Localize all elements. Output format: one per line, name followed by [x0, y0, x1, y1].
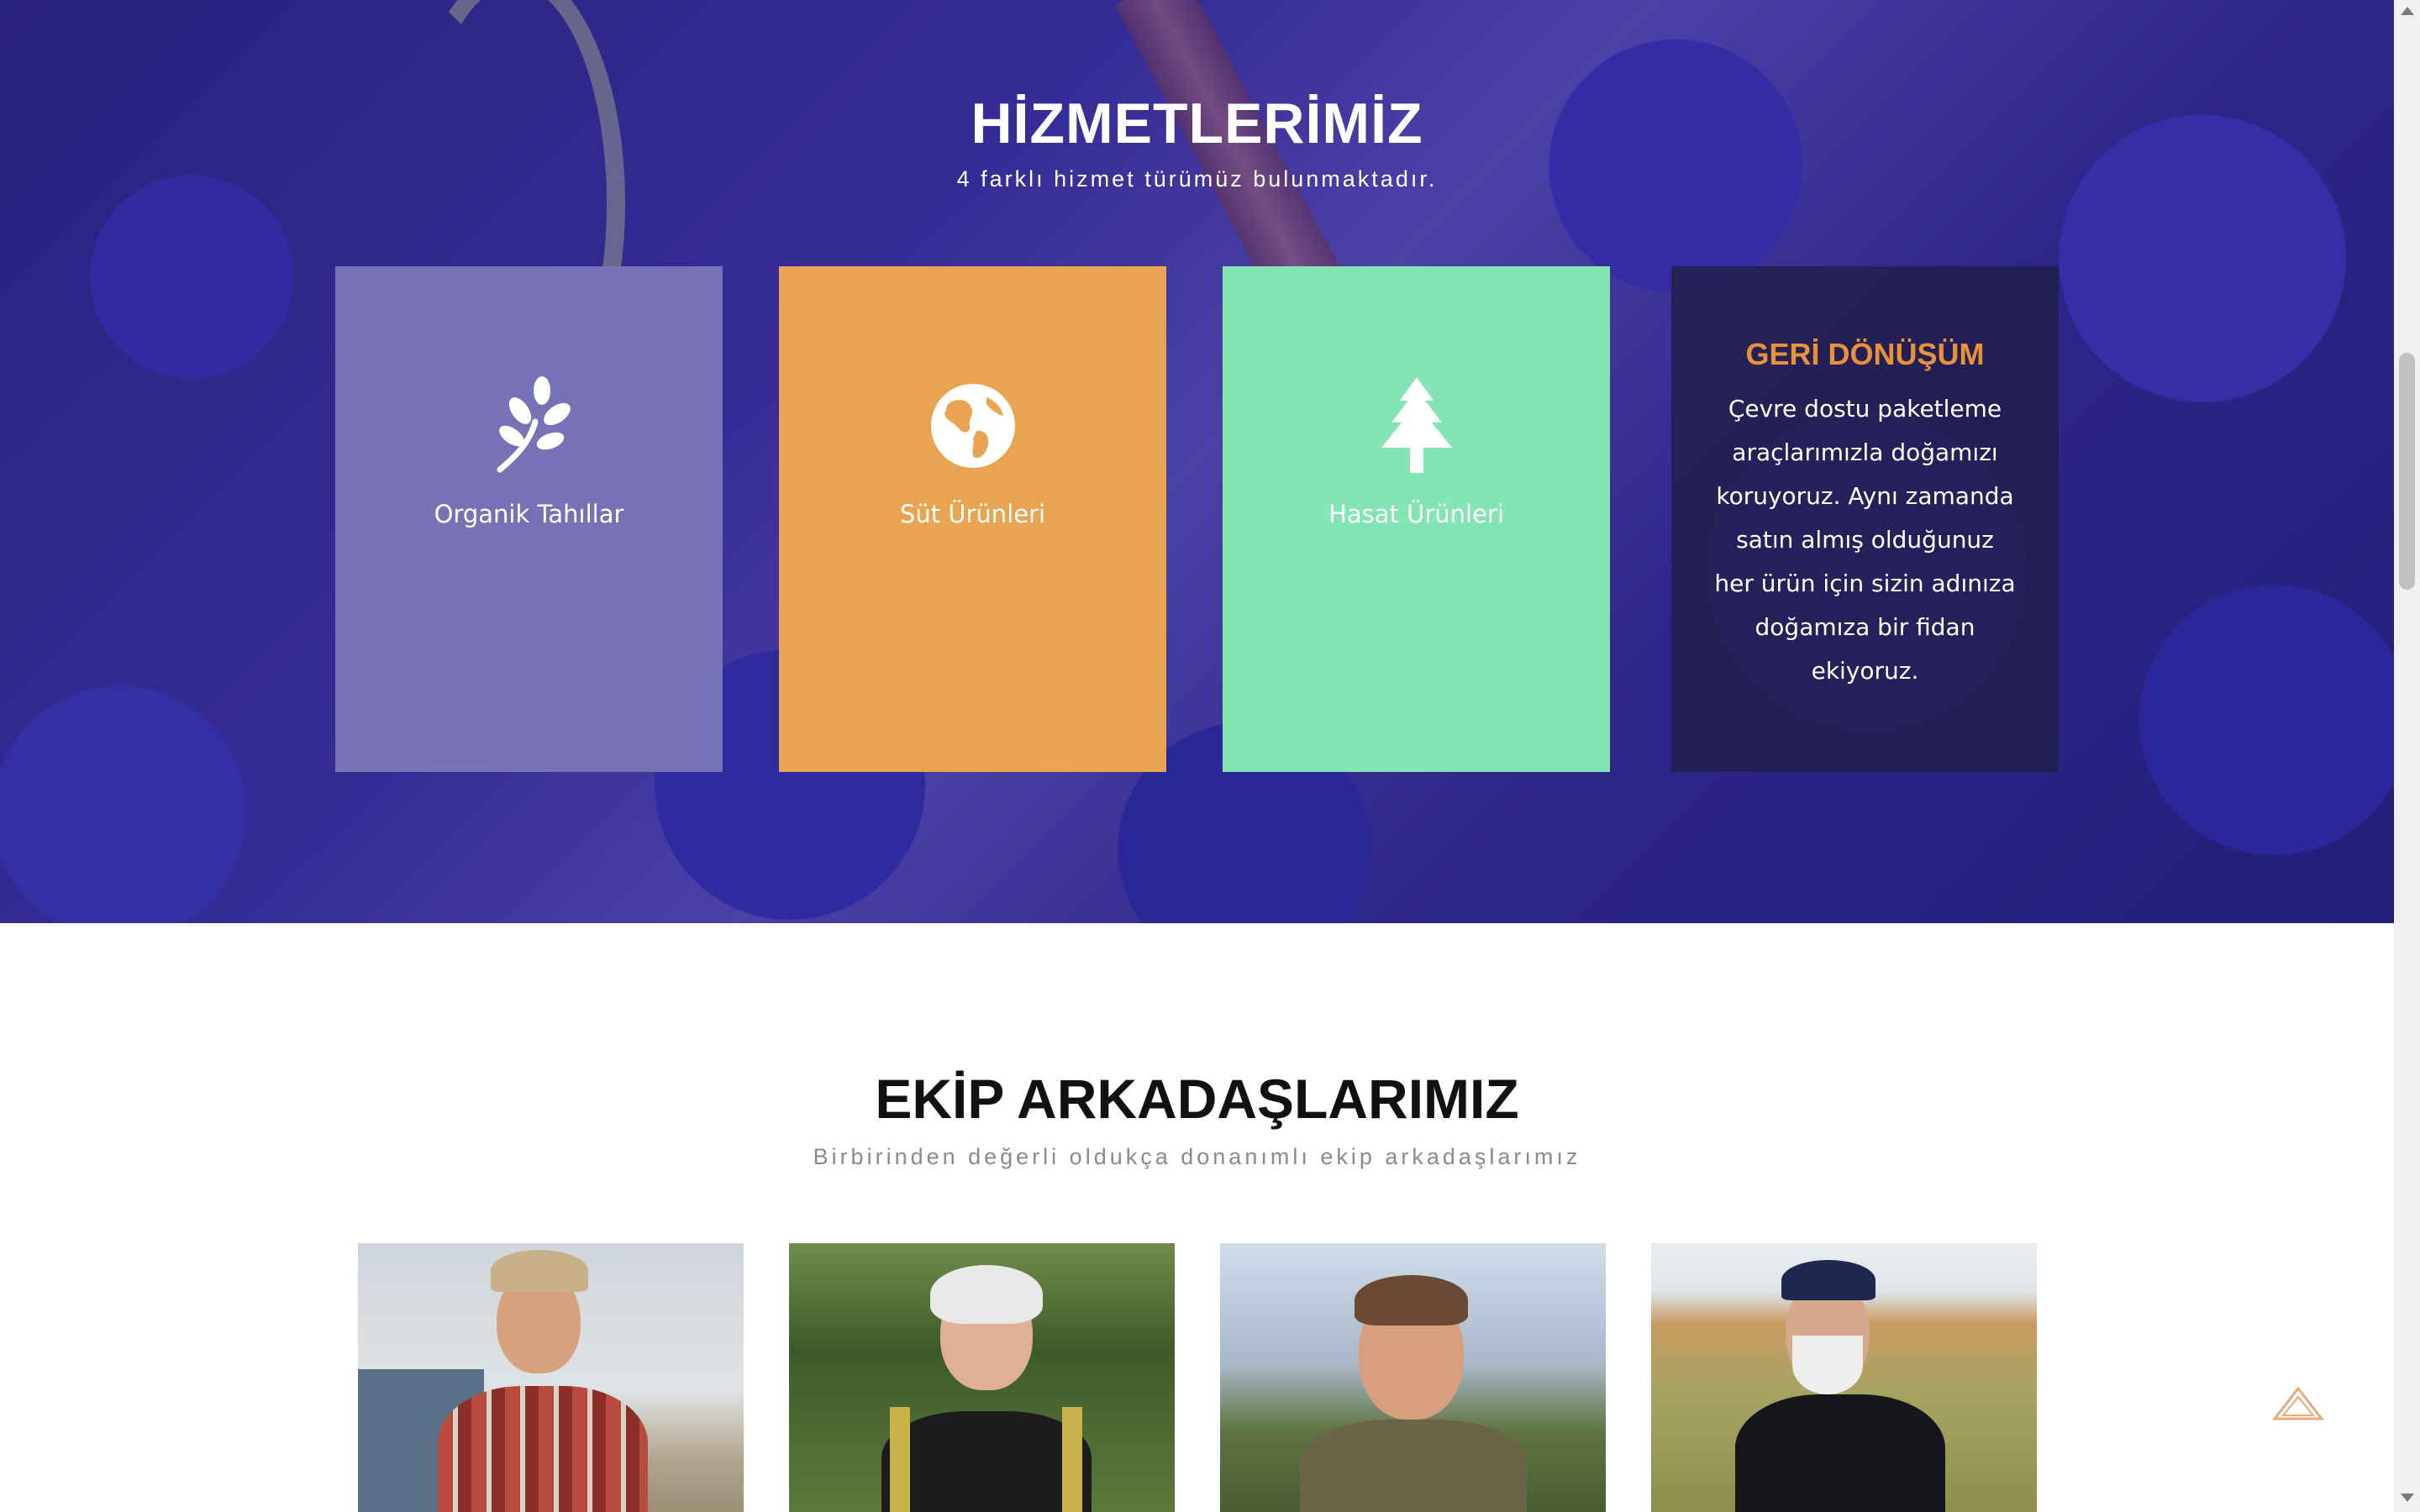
person-body [438, 1386, 648, 1512]
team-member-photo [358, 1243, 744, 1512]
person-cap [491, 1250, 588, 1292]
scrollbar-track[interactable] [2394, 0, 2420, 1512]
person-cap [1781, 1260, 1876, 1300]
team-member-photo [789, 1243, 1175, 1512]
recycling-description: Çevre dostu paketleme araçlarımızla doğa… [1714, 395, 2016, 685]
recycling-title: GERİ DÖNÜŞÜM [1745, 337, 1985, 371]
scrollbar-thumb[interactable] [2399, 353, 2415, 590]
service-card-harvest[interactable]: Hasat Ürünleri [1223, 266, 1610, 772]
team-subtitle: Birbirinden değerli oldukça donanımlı ek… [813, 1144, 1581, 1169]
scroll-up-arrow-icon[interactable] [2401, 7, 2414, 15]
scroll-down-arrow-icon[interactable] [2401, 1494, 2414, 1502]
services-title: HİZMETLERİMİZ [971, 92, 1423, 155]
person-body [1735, 1394, 1945, 1512]
service-card-dairy[interactable]: Süt Ürünleri [779, 266, 1166, 772]
team-member-photo [1651, 1243, 2037, 1512]
service-card-label: Organik Tahıllar [434, 500, 624, 528]
person-body [1300, 1420, 1527, 1512]
team-title: EKİP ARKADAŞLARIMIZ [875, 1068, 1519, 1130]
person-beard [1792, 1336, 1863, 1394]
service-card-organic-grains[interactable]: Organik Tahıllar [335, 266, 723, 772]
globe-icon [923, 375, 1023, 476]
leaf-icon [479, 375, 580, 476]
back-to-top-button[interactable] [2269, 1382, 2328, 1425]
person-body [881, 1411, 1092, 1512]
tree-icon [1366, 375, 1467, 476]
team-member-photo [1220, 1243, 1606, 1512]
service-card-recycling[interactable]: GERİ DÖNÜŞÜM Çevre dostu paketleme araçl… [1671, 266, 2059, 772]
services-subtitle: 4 farklı hizmet türümüz bulunmaktadır. [956, 166, 1438, 192]
triangle-up-icon [2271, 1386, 2325, 1420]
person-hair [1355, 1275, 1468, 1326]
services-section: HİZMETLERİMİZ 4 farklı hizmet türümüz bu… [0, 0, 2394, 923]
service-card-label: Süt Ürünleri [899, 500, 1046, 528]
service-card-label: Hasat Ürünleri [1328, 500, 1504, 528]
person-hair [930, 1265, 1043, 1324]
